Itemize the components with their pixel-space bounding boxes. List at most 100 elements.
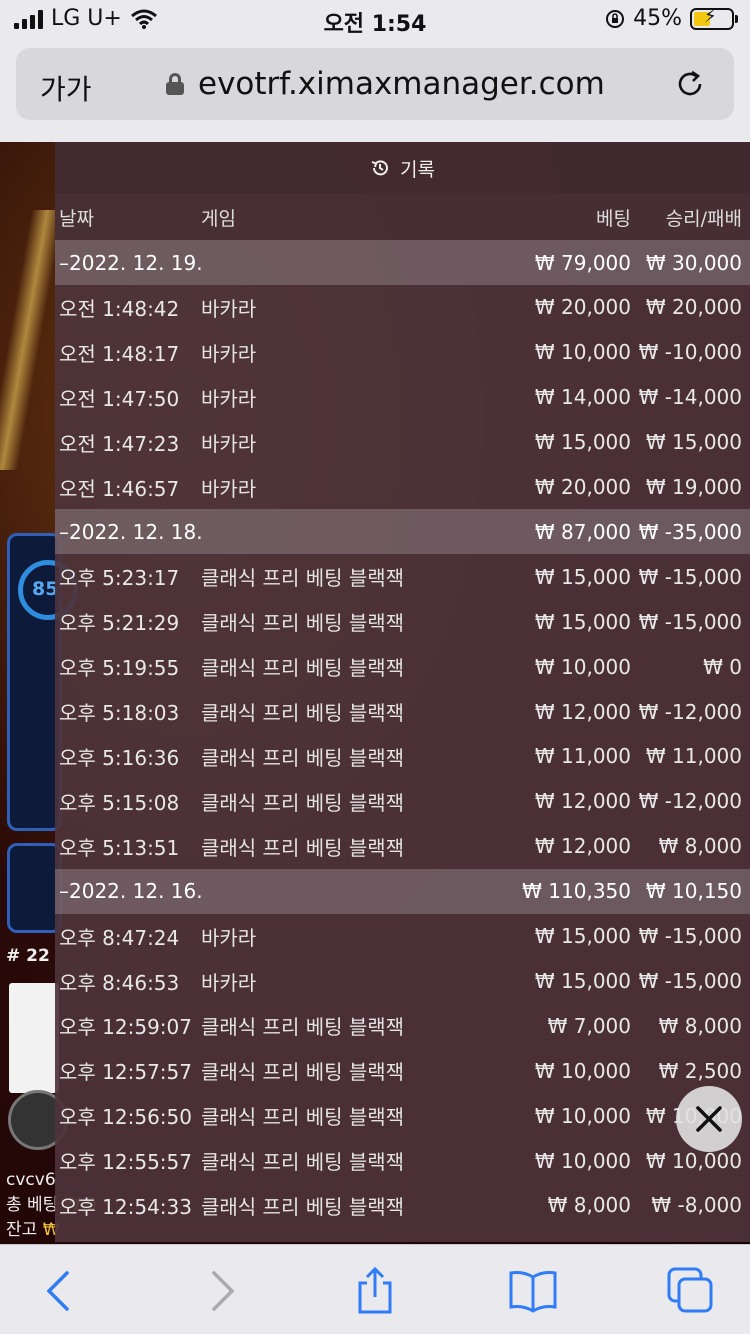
row-time: 오후 12:57:57: [59, 1060, 192, 1085]
row-win: ₩ -15,000: [638, 564, 742, 589]
group-bet-total: ₩ 87,000: [534, 519, 631, 544]
history-row[interactable]: 오후 5:18:03 클래식 프리 베팅 블랙잭 ₩ 12,000 ₩ -12,000: [55, 689, 750, 734]
row-time: 오전 1:48:17: [59, 341, 180, 366]
row-game: 클래식 프리 베팅 블랙잭: [201, 701, 405, 726]
row-bet: ₩ 10,000: [534, 340, 631, 365]
history-row[interactable]: 오후 12:55:57 클래식 프리 베팅 블랙잭 ₩ 10,000 ₩ 10,000: [55, 1138, 750, 1183]
orientation-lock-icon: [606, 9, 625, 28]
row-bet: ₩ 14,000: [534, 385, 631, 410]
history-row[interactable]: 오후 5:23:17 클래식 프리 베팅 블랙잭 ₩ 15,000 ₩ -15,000: [55, 554, 750, 599]
group-bet-total: ₩ 79,000: [534, 250, 631, 275]
row-time: 오후 5:15:08: [59, 790, 180, 815]
row-time: 오후 5:18:03: [59, 701, 180, 726]
col-bet: 베팅: [596, 207, 631, 230]
history-row[interactable]: 오전 1:47:50 바카라 ₩ 14,000 ₩ -14,000: [55, 375, 750, 420]
history-row[interactable]: 오후 5:13:51 클래식 프리 베팅 블랙잭 ₩ 12,000 ₩ 8,000: [55, 824, 750, 869]
reload-icon[interactable]: [674, 68, 706, 100]
row-bet: ₩ 15,000: [534, 924, 631, 949]
group-win-total: ₩ 30,000: [645, 250, 742, 275]
row-game: 클래식 프리 베팅 블랙잭: [201, 611, 405, 636]
row-game: 바카라: [201, 296, 257, 321]
history-title: 기록: [400, 158, 435, 181]
history-row[interactable]: 오전 1:48:17 바카라 ₩ 10,000 ₩ -10,000: [55, 330, 750, 375]
history-list[interactable]: –2022. 12. 19. ₩ 79,000 ₩ 30,000 오전 1:48:42…: [55, 240, 750, 1228]
row-bet: ₩ 12,000: [534, 834, 631, 859]
row-time: 오후 5:23:17: [59, 566, 180, 591]
row-bet: ₩ 12,000: [534, 789, 631, 814]
back-icon[interactable]: [35, 1267, 85, 1315]
row-win: ₩ -12,000: [638, 699, 742, 724]
url-text: evotrf.ximaxmanager.com: [198, 66, 605, 102]
row-win: ₩ 19,000: [645, 475, 742, 499]
row-bet: ₩ 8,000: [547, 1193, 631, 1218]
col-date: 날짜: [59, 207, 94, 230]
date-group-row[interactable]: –2022. 12. 18. ₩ 87,000 ₩ -35,000: [55, 509, 750, 555]
row-win: ₩ -12,000: [638, 789, 742, 814]
group-date: –2022. 12. 19.: [59, 250, 203, 275]
row-win: ₩ 20,000: [645, 295, 742, 320]
status-bar: LG U+ 오전 1:54 45% ⚡: [0, 0, 750, 42]
history-row[interactable]: 오전 1:46:57 바카라 ₩ 20,000 ₩ 19,000: [55, 465, 750, 510]
row-game: 바카라: [201, 386, 257, 411]
row-bet: ₩ 7,000: [547, 1013, 631, 1038]
row-game: 클래식 프리 베팅 블랙잭: [201, 566, 405, 591]
history-row[interactable]: 오후 5:16:36 클래식 프리 베팅 블랙잭 ₩ 11,000 ₩ 11,000: [55, 734, 750, 779]
history-row[interactable]: 오후 12:57:57 클래식 프리 베팅 블랙잭 ₩ 10,000 ₩ 2,500: [55, 1048, 750, 1093]
row-time: 오전 1:47:23: [59, 431, 180, 456]
row-game: 바카라: [201, 431, 257, 456]
row-bet: ₩ 12,000: [534, 699, 631, 724]
row-bet: ₩ 15,000: [534, 969, 631, 994]
date-group-row[interactable]: –2022. 12. 16. ₩ 110,350 ₩ 10,150: [55, 868, 750, 914]
history-row[interactable]: 오전 1:48:42 바카라 ₩ 20,000 ₩ 20,000: [55, 285, 750, 330]
group-win-total: ₩ -35,000: [638, 519, 742, 544]
tabs-icon[interactable]: [665, 1267, 715, 1315]
row-time: 오후 5:19:55: [59, 656, 180, 681]
history-row[interactable]: 오전 1:47:23 바카라 ₩ 15,000 ₩ 15,000: [55, 420, 750, 465]
row-time: 오후 5:16:36: [59, 745, 180, 770]
history-row[interactable]: 오후 8:46:53 바카라 ₩ 15,000 ₩ -15,000: [55, 959, 750, 1004]
row-bet: ₩ 15,000: [534, 564, 631, 589]
history-panel: 기록 날짜 게임 베팅 승리/패배 –2022. 12. 19. ₩ 79,000…: [55, 142, 750, 1242]
col-game: 게임: [201, 207, 236, 230]
row-time: 오후 5:13:51: [59, 835, 180, 860]
history-row[interactable]: 오후 12:54:33 클래식 프리 베팅 블랙잭 ₩ 8,000 ₩ -8,000: [55, 1183, 750, 1228]
row-time: 오후 12:59:07: [59, 1015, 192, 1040]
row-game: 클래식 프리 베팅 블랙잭: [201, 835, 405, 860]
history-row[interactable]: 오후 8:47:24 바카라 ₩ 15,000 ₩ -15,000: [55, 914, 750, 959]
share-icon[interactable]: [350, 1267, 400, 1315]
row-game: 바카라: [201, 476, 257, 501]
close-icon: [696, 1106, 722, 1132]
row-time: 오전 1:47:50: [59, 386, 180, 411]
row-time: 오후 5:21:29: [59, 611, 180, 636]
bet-panel-secondary: [7, 843, 62, 933]
row-win: ₩ 11,000: [645, 744, 742, 769]
date-group-row[interactable]: –2022. 12. 19. ₩ 79,000 ₩ 30,000: [55, 240, 750, 285]
row-game: 바카라: [201, 970, 257, 995]
total-bet-label: 총 베팅: [6, 1195, 59, 1215]
text-size-button[interactable]: 가가: [40, 68, 92, 108]
roadmap-board: [9, 983, 59, 1093]
history-row[interactable]: 오후 5:19:55 클래식 프리 베팅 블랙잭 ₩ 10,000 ₩ 0: [55, 644, 750, 689]
round-number: # 22: [6, 946, 50, 966]
group-bet-total: ₩ 110,350: [522, 879, 631, 904]
row-win: ₩ 8,000: [658, 834, 742, 859]
history-row[interactable]: 오후 12:56:50클래식 프리 베팅 블랙잭₩ 10,000₩ 10,000: [55, 1093, 750, 1138]
forward-icon[interactable]: [196, 1267, 246, 1315]
row-win: ₩ -15,000: [638, 924, 742, 949]
address-bar[interactable]: 가가 evotrf.ximaxmanager.com: [16, 48, 734, 120]
close-button[interactable]: [676, 1086, 742, 1152]
row-game: 클래식 프리 베팅 블랙잭: [201, 1105, 405, 1130]
row-win: ₩ 8,000: [658, 1013, 742, 1038]
row-bet: ₩ 10,000: [534, 1103, 631, 1128]
row-bet: ₩ 10,000: [534, 1058, 631, 1083]
col-win: 승리/패배: [665, 207, 742, 230]
bookmarks-icon[interactable]: [508, 1267, 558, 1315]
url-display[interactable]: evotrf.ximaxmanager.com: [166, 66, 605, 102]
row-bet: ₩ 15,000: [534, 430, 631, 455]
history-row[interactable]: 오후 5:15:08 클래식 프리 베팅 블랙잭 ₩ 12,000 ₩ -12,000: [55, 779, 750, 824]
history-row[interactable]: 오후 5:21:29 클래식 프리 베팅 블랙잭 ₩ 15,000 ₩ -15,000: [55, 599, 750, 644]
row-win: ₩ 10,000: [645, 1148, 742, 1173]
row-win: ₩ -15,000: [638, 969, 742, 994]
history-row[interactable]: 오후 12:59:07 클래식 프리 베팅 블랙잭 ₩ 7,000 ₩ 8,000: [55, 1003, 750, 1048]
row-win: ₩ 2,500: [658, 1058, 742, 1083]
